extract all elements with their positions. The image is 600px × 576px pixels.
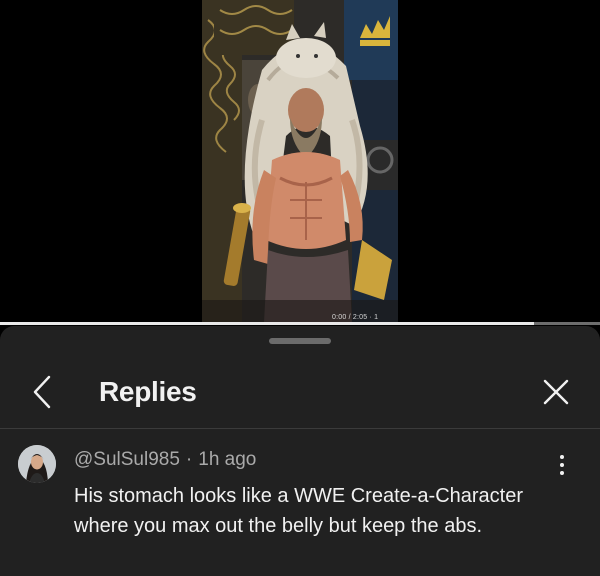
more-vertical-icon xyxy=(560,455,564,459)
meta-separator: · xyxy=(185,449,193,470)
page-title: Replies xyxy=(99,376,197,407)
comment-text: His stomach looks like a WWE Create-a-Ch… xyxy=(74,485,524,537)
more-dot xyxy=(560,463,564,467)
sheet-drag-handle[interactable] xyxy=(269,338,331,344)
video-thumbnail-image xyxy=(202,0,398,322)
sheet-header: Replies xyxy=(0,358,600,428)
close-icon xyxy=(543,379,569,405)
comment-meta: @SulSul985 · 1h ago xyxy=(74,449,256,471)
close-button[interactable] xyxy=(536,372,576,412)
more-dot xyxy=(560,471,564,475)
video-frame[interactable] xyxy=(202,0,398,322)
video-progress-bar[interactable] xyxy=(0,322,600,325)
avatar[interactable] xyxy=(18,445,56,483)
back-button[interactable] xyxy=(22,372,62,412)
replies-sheet: Replies @SulSul985 · 1h ago His stomach … xyxy=(0,326,600,576)
avatar-image xyxy=(18,445,56,483)
video-progress-fill xyxy=(0,322,534,325)
chevron-left-icon xyxy=(33,375,51,409)
video-player[interactable]: 0:00 / 2:05 · 1 xyxy=(0,0,600,325)
comment-timestamp: 1h ago xyxy=(198,449,257,470)
comment-item: @SulSul985 · 1h ago His stomach looks like… xyxy=(0,429,600,576)
more-options-button[interactable] xyxy=(550,451,574,479)
app-screen: 0:00 / 2:05 · 1 Replies @SulSul985 · 1h … xyxy=(0,0,600,576)
comment-author[interactable]: @SulSul985 xyxy=(74,449,180,470)
video-time-readout: 0:00 / 2:05 · 1 xyxy=(332,314,379,321)
